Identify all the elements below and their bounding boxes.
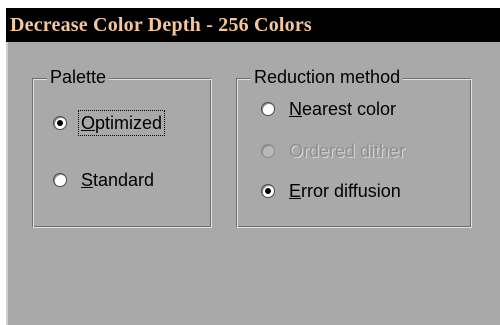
standard-radio[interactable] [53,173,67,187]
ordered-dither-label: Ordered dither [289,141,406,161]
reduction-method-group: Reduction method Nearest color Ordered d… [236,66,472,228]
optimized-label[interactable]: Optimized [77,110,166,136]
dialog-title: Decrease Color Depth - 256 Colors [10,14,312,36]
palette-group: Palette Optimized Standard [32,66,212,228]
nearest-color-radio[interactable] [261,102,275,116]
palette-group-label: Palette [47,66,110,88]
standard-label[interactable]: Standard [79,168,156,192]
optimized-radio[interactable] [53,116,67,130]
palette-optimized-option[interactable]: Optimized [53,110,166,136]
error-diffusion-radio[interactable] [261,184,275,198]
error-diffusion-option[interactable]: Error diffusion [261,178,403,204]
title-bar[interactable]: Decrease Color Depth - 256 Colors [6,8,500,42]
ordered-dither-option: Ordered dither [261,138,407,164]
reduction-method-group-label: Reduction method [251,66,404,88]
nearest-color-option[interactable]: Nearest color [261,96,398,122]
error-diffusion-label[interactable]: Error diffusion [287,179,403,203]
nearest-color-label[interactable]: Nearest color [287,97,398,121]
decrease-color-depth-dialog: Decrease Color Depth - 256 Colors Palett… [6,8,500,325]
palette-standard-option[interactable]: Standard [53,167,156,193]
ordered-dither-radio [261,144,275,158]
